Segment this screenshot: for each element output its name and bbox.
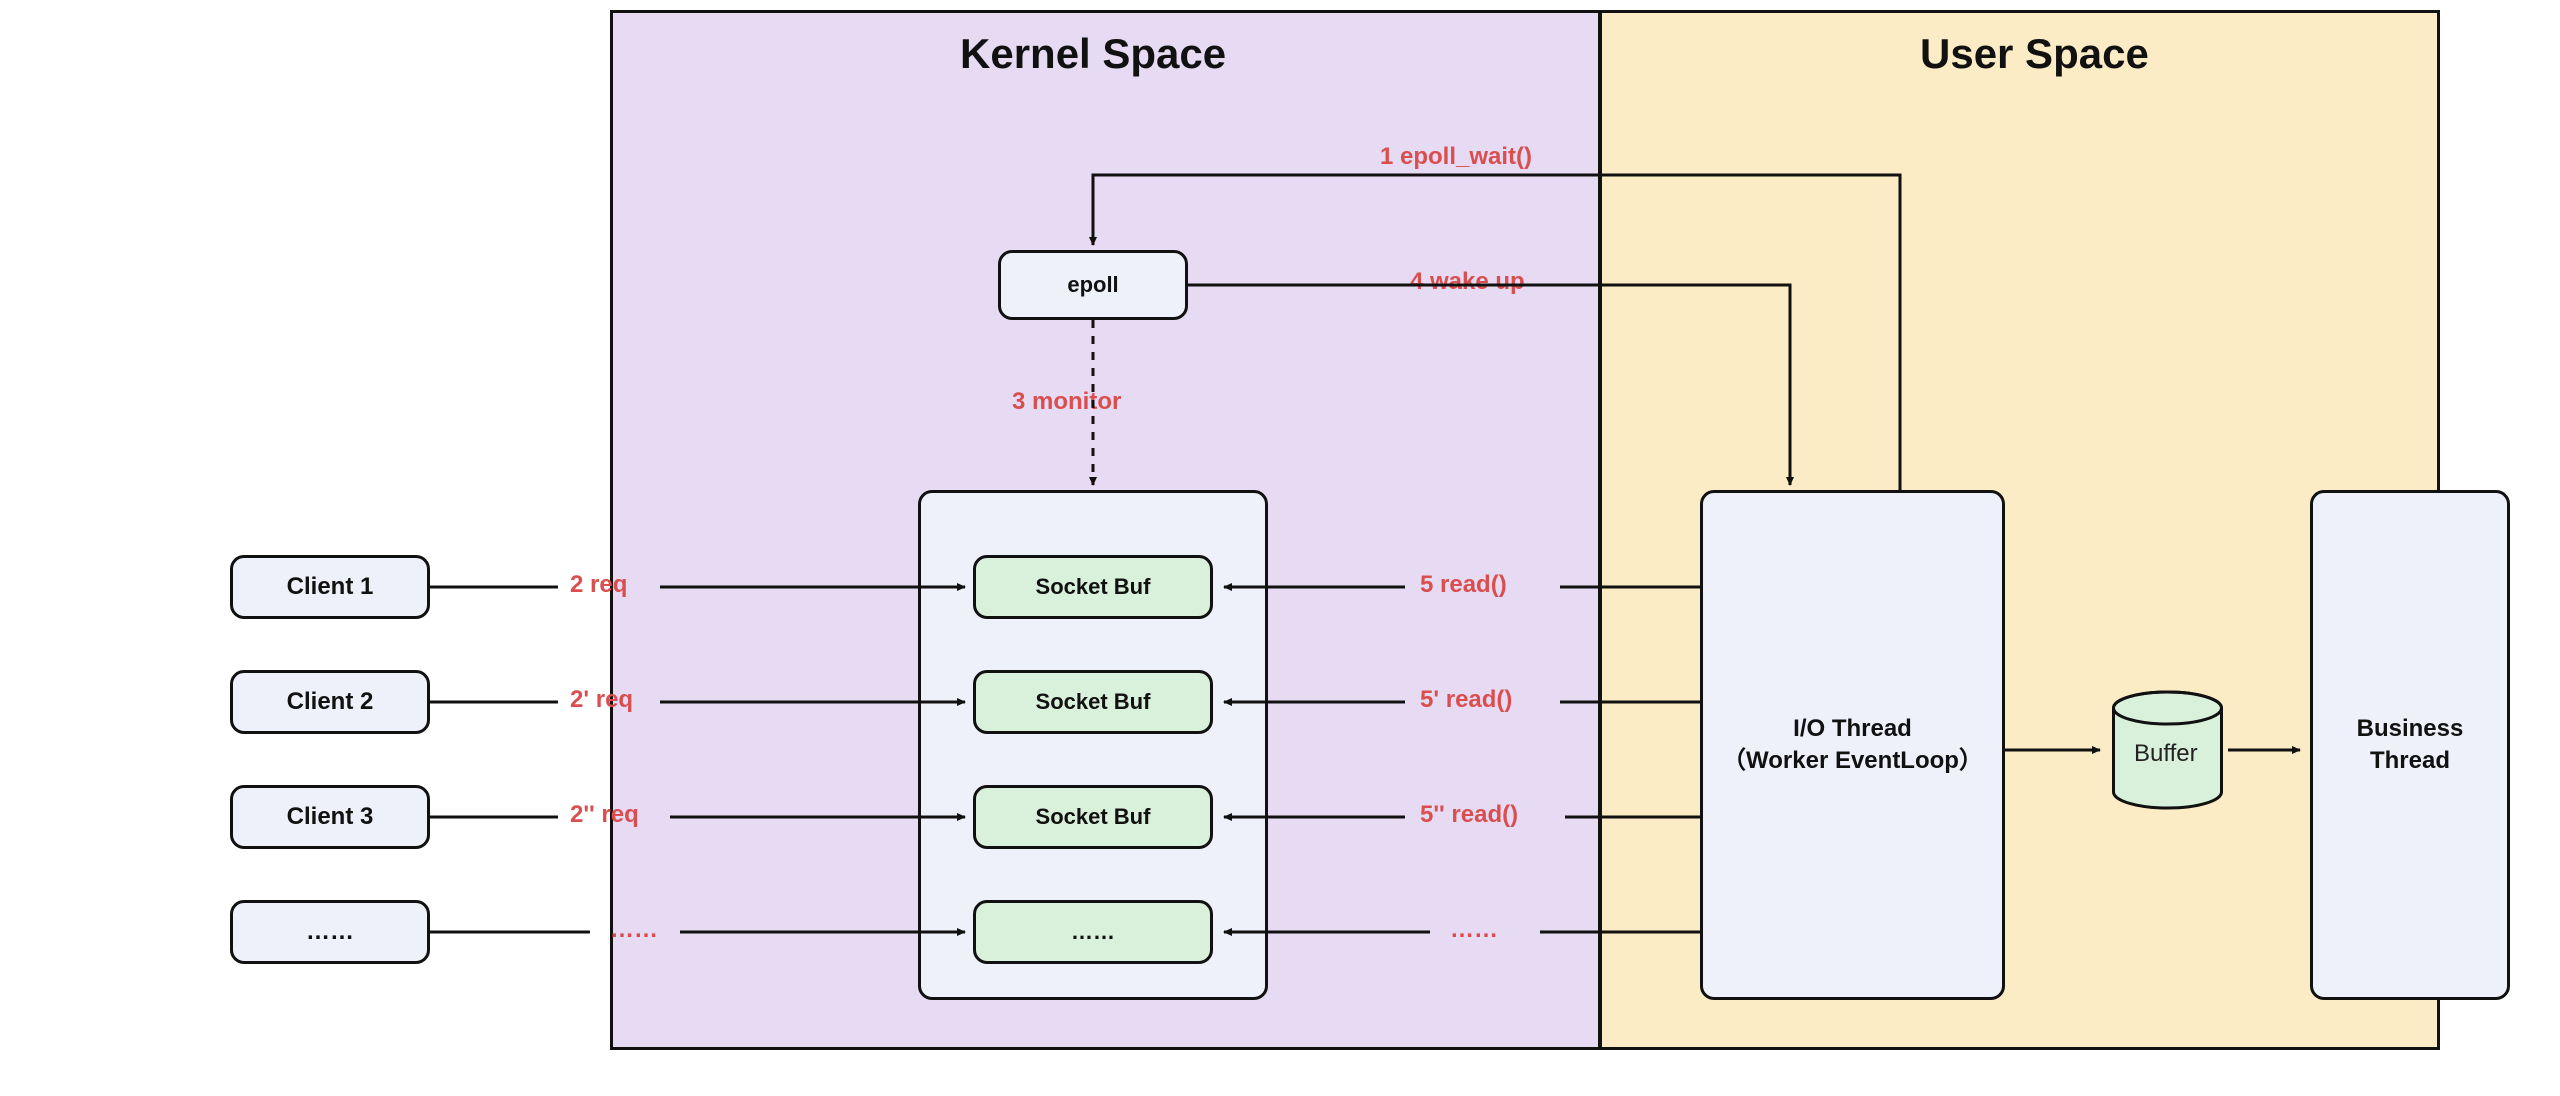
label-monitor: 3 monitor (1012, 388, 1121, 416)
label-req-4: …… (610, 916, 658, 944)
socket-buf-1: Socket Buf (973, 555, 1213, 619)
label-wakeup: 4 wake up (1410, 268, 1525, 296)
buffer-label: Buffer (2134, 740, 2198, 768)
kernel-space-title: Kernel Space (960, 30, 1226, 78)
region-divider (1598, 10, 1602, 1050)
business-thread-box: Business Thread (2310, 490, 2510, 1000)
label-read-1: 5 read() (1420, 571, 1507, 599)
epoll-box: epoll (998, 250, 1188, 320)
client-more-box: …… (230, 900, 430, 964)
client-2-box: Client 2 (230, 670, 430, 734)
label-req-3: 2'' req (570, 801, 639, 829)
socket-buf-3: Socket Buf (973, 785, 1213, 849)
io-thread-label-1: I/O Thread (1793, 713, 1912, 745)
diagram-canvas: Kernel Space User Space Client 1 Client … (0, 0, 2560, 1096)
socket-buf-2: Socket Buf (973, 670, 1213, 734)
user-space-title: User Space (1920, 30, 2149, 78)
label-read-2: 5' read() (1420, 686, 1512, 714)
client-1-box: Client 1 (230, 555, 430, 619)
client-3-box: Client 3 (230, 785, 430, 849)
io-thread-box: I/O Thread （Worker EventLoop） (1700, 490, 2005, 1000)
socket-buf-4: …… (973, 900, 1213, 964)
io-thread-label-2: （Worker EventLoop） (1722, 745, 1983, 777)
label-read-4: …… (1450, 916, 1498, 944)
business-thread-label-1: Business (2357, 713, 2464, 745)
label-epoll-wait: 1 epoll_wait() (1380, 143, 1532, 171)
label-read-3: 5'' read() (1420, 801, 1518, 829)
label-req-2: 2' req (570, 686, 633, 714)
business-thread-label-2: Thread (2370, 745, 2450, 777)
label-req-1: 2 req (570, 571, 627, 599)
